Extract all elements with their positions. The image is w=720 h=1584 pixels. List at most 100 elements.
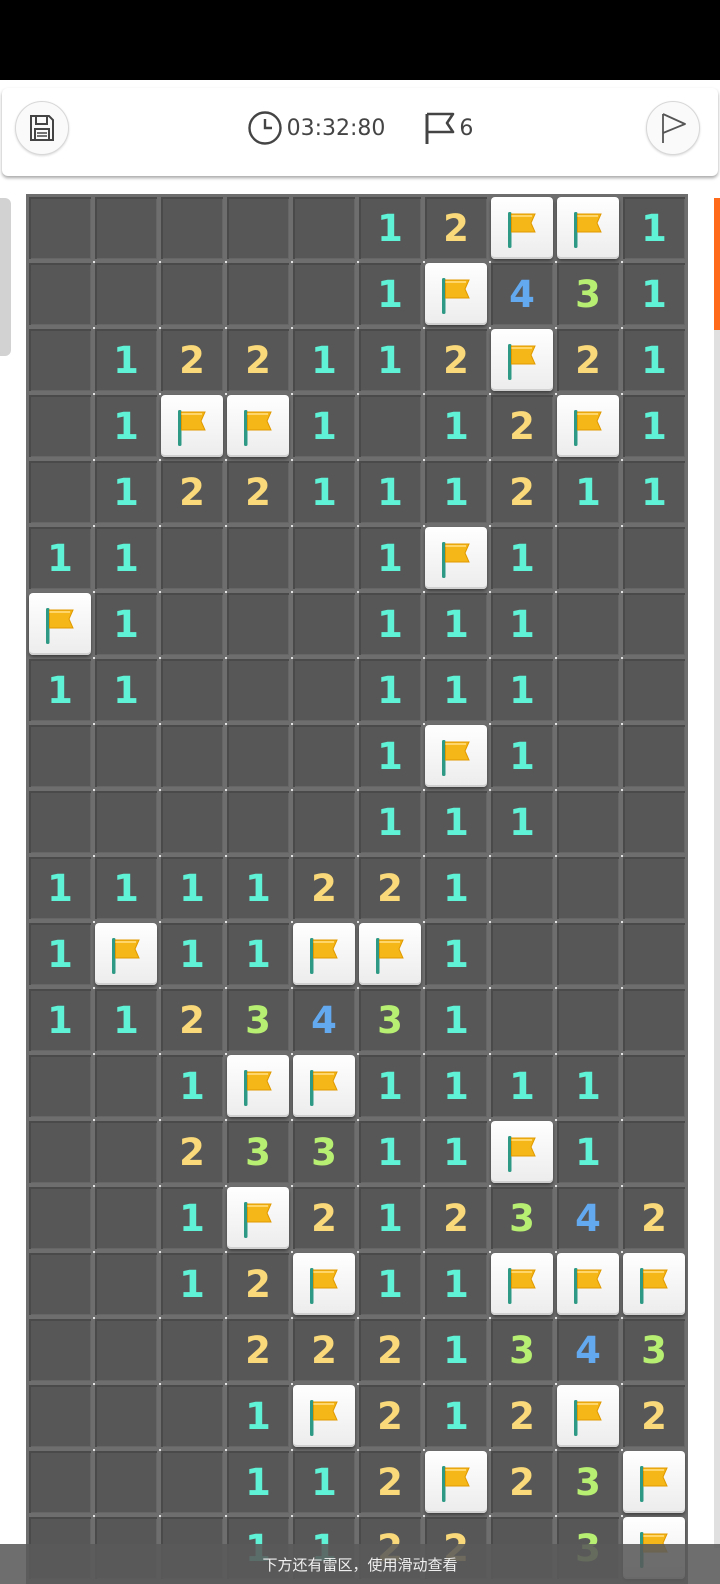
number-cell[interactable]: 4 [557, 1187, 619, 1249]
number-cell[interactable]: 1 [491, 659, 553, 721]
number-cell[interactable]: 1 [359, 329, 421, 391]
number-cell[interactable]: 1 [161, 1187, 223, 1249]
empty-cell[interactable] [491, 857, 553, 919]
empty-cell[interactable] [227, 263, 289, 325]
number-cell[interactable]: 1 [161, 1253, 223, 1315]
number-cell[interactable]: 1 [359, 461, 421, 523]
empty-cell[interactable] [293, 659, 355, 721]
flagged-cell[interactable] [425, 1451, 487, 1513]
scrollbar-thumb[interactable] [714, 198, 720, 330]
number-cell[interactable]: 2 [227, 1253, 289, 1315]
empty-cell[interactable] [623, 1055, 685, 1117]
empty-cell[interactable] [293, 593, 355, 655]
number-cell[interactable]: 1 [491, 791, 553, 853]
empty-cell[interactable] [29, 725, 91, 787]
number-cell[interactable]: 1 [359, 263, 421, 325]
empty-cell[interactable] [161, 593, 223, 655]
flagged-cell[interactable] [491, 197, 553, 259]
number-cell[interactable]: 3 [359, 989, 421, 1051]
flagged-cell[interactable] [623, 1253, 685, 1315]
empty-cell[interactable] [227, 593, 289, 655]
number-cell[interactable]: 1 [623, 395, 685, 457]
empty-cell[interactable] [293, 263, 355, 325]
flagged-cell[interactable] [359, 923, 421, 985]
number-cell[interactable]: 2 [491, 461, 553, 523]
number-cell[interactable]: 2 [557, 329, 619, 391]
empty-cell[interactable] [293, 725, 355, 787]
number-cell[interactable]: 1 [359, 1253, 421, 1315]
number-cell[interactable]: 1 [425, 593, 487, 655]
flagged-cell[interactable] [29, 593, 91, 655]
flagged-cell[interactable] [425, 725, 487, 787]
empty-cell[interactable] [557, 857, 619, 919]
number-cell[interactable]: 1 [227, 923, 289, 985]
flagged-cell[interactable] [425, 263, 487, 325]
number-cell[interactable]: 2 [293, 857, 355, 919]
number-cell[interactable]: 2 [359, 1385, 421, 1447]
flagged-cell[interactable] [623, 1451, 685, 1513]
number-cell[interactable]: 1 [359, 1055, 421, 1117]
empty-cell[interactable] [95, 1385, 157, 1447]
flagged-cell[interactable] [557, 395, 619, 457]
number-cell[interactable]: 2 [359, 1451, 421, 1513]
number-cell[interactable]: 1 [425, 659, 487, 721]
empty-cell[interactable] [29, 461, 91, 523]
number-cell[interactable]: 1 [425, 1319, 487, 1381]
empty-cell[interactable] [359, 395, 421, 457]
number-cell[interactable]: 1 [425, 1055, 487, 1117]
number-cell[interactable]: 1 [359, 659, 421, 721]
empty-cell[interactable] [623, 659, 685, 721]
empty-cell[interactable] [557, 527, 619, 589]
number-cell[interactable]: 2 [161, 329, 223, 391]
number-cell[interactable]: 3 [293, 1121, 355, 1183]
empty-cell[interactable] [95, 791, 157, 853]
flagged-cell[interactable] [161, 395, 223, 457]
flagged-cell[interactable] [557, 1385, 619, 1447]
number-cell[interactable]: 4 [557, 1319, 619, 1381]
flagged-cell[interactable] [425, 527, 487, 589]
empty-cell[interactable] [491, 989, 553, 1051]
number-cell[interactable]: 2 [293, 1187, 355, 1249]
empty-cell[interactable] [95, 1187, 157, 1249]
number-cell[interactable]: 1 [557, 461, 619, 523]
number-cell[interactable]: 3 [623, 1319, 685, 1381]
empty-cell[interactable] [293, 197, 355, 259]
number-cell[interactable]: 1 [425, 1253, 487, 1315]
empty-cell[interactable] [293, 791, 355, 853]
number-cell[interactable]: 1 [95, 329, 157, 391]
empty-cell[interactable] [227, 659, 289, 721]
number-cell[interactable]: 1 [95, 527, 157, 589]
number-cell[interactable]: 3 [491, 1319, 553, 1381]
number-cell[interactable]: 1 [29, 527, 91, 589]
number-cell[interactable]: 1 [425, 989, 487, 1051]
number-cell[interactable]: 2 [425, 329, 487, 391]
number-cell[interactable]: 2 [425, 1187, 487, 1249]
number-cell[interactable]: 2 [623, 1385, 685, 1447]
number-cell[interactable]: 1 [623, 461, 685, 523]
flag-mode-button[interactable] [646, 101, 700, 155]
empty-cell[interactable] [29, 791, 91, 853]
number-cell[interactable]: 1 [359, 527, 421, 589]
number-cell[interactable]: 1 [491, 1055, 553, 1117]
number-cell[interactable]: 2 [161, 1121, 223, 1183]
flagged-cell[interactable] [491, 1121, 553, 1183]
number-cell[interactable]: 2 [491, 395, 553, 457]
number-cell[interactable]: 1 [491, 527, 553, 589]
number-cell[interactable]: 1 [29, 857, 91, 919]
number-cell[interactable]: 1 [359, 1187, 421, 1249]
empty-cell[interactable] [95, 1451, 157, 1513]
number-cell[interactable]: 1 [95, 857, 157, 919]
empty-cell[interactable] [29, 197, 91, 259]
empty-cell[interactable] [227, 791, 289, 853]
number-cell[interactable]: 2 [359, 857, 421, 919]
empty-cell[interactable] [95, 1319, 157, 1381]
number-cell[interactable]: 1 [95, 989, 157, 1051]
number-cell[interactable]: 4 [293, 989, 355, 1051]
flagged-cell[interactable] [293, 1055, 355, 1117]
empty-cell[interactable] [29, 1319, 91, 1381]
number-cell[interactable]: 2 [359, 1319, 421, 1381]
number-cell[interactable]: 1 [161, 857, 223, 919]
flagged-cell[interactable] [293, 1385, 355, 1447]
flagged-cell[interactable] [227, 395, 289, 457]
number-cell[interactable]: 1 [95, 659, 157, 721]
